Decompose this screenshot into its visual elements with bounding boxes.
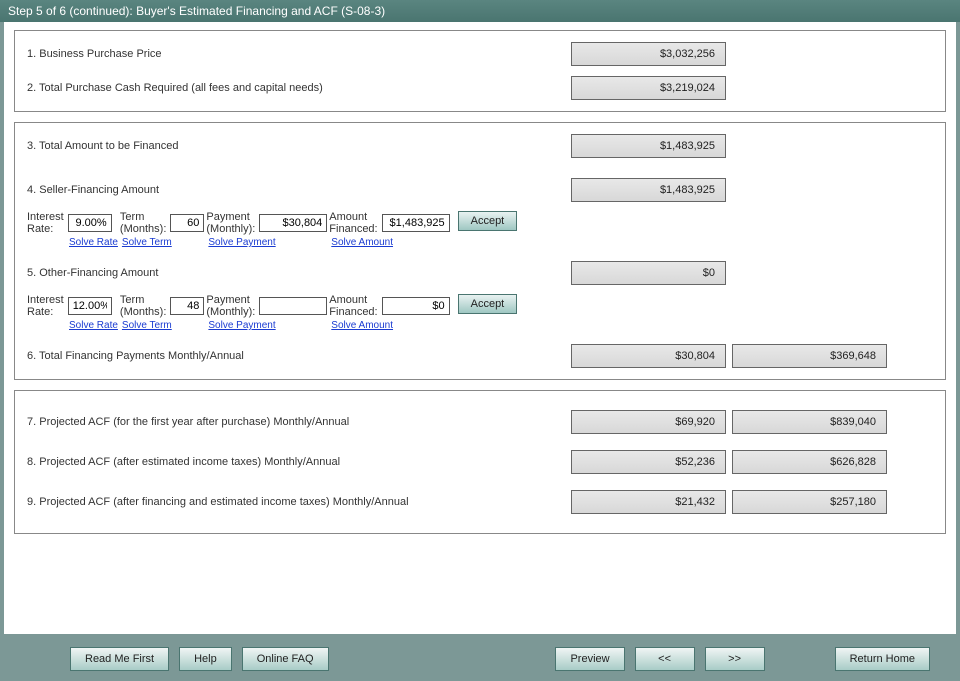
read-me-first-button[interactable]: Read Me First [70, 647, 169, 671]
return-home-button[interactable]: Return Home [835, 647, 930, 671]
value-line9-monthly: $21,432 [571, 490, 726, 514]
other-pay-label: Payment(Monthly): [206, 294, 255, 318]
label-line9: 9. Projected ACF (after financing and es… [27, 496, 567, 508]
other-term-input[interactable] [170, 297, 204, 315]
label-line2: 2. Total Purchase Cash Required (all fee… [27, 82, 567, 94]
other-solve-rate-link[interactable]: Solve Rate [69, 320, 118, 331]
prev-button[interactable]: << [635, 647, 695, 671]
value-line7-annual: $839,040 [732, 410, 887, 434]
label-line5: 5. Other-Financing Amount [27, 267, 567, 279]
other-rate-input[interactable] [68, 297, 112, 315]
seller-pay-input[interactable] [259, 214, 327, 232]
content-area: 1. Business Purchase Price $3,032,256 2.… [4, 22, 956, 634]
seller-solve-rate-link[interactable]: Solve Rate [69, 237, 118, 248]
other-accept-button[interactable]: Accept [458, 294, 518, 314]
preview-button[interactable]: Preview [555, 647, 624, 671]
label-line4: 4. Seller-Financing Amount [27, 184, 567, 196]
seller-solve-pay-link[interactable]: Solve Payment [208, 237, 275, 248]
seller-amt-label: AmountFinanced: [329, 211, 377, 235]
page-title: Step 5 of 6 (continued): Buyer's Estimat… [8, 4, 385, 18]
other-solve-term-link[interactable]: Solve Term [122, 320, 172, 331]
other-term-label: Term(Months): [120, 294, 166, 318]
other-solve-amt-link[interactable]: Solve Amount [331, 320, 393, 331]
value-line6-annual: $369,648 [732, 344, 887, 368]
label-line3: 3. Total Amount to be Financed [27, 140, 567, 152]
section-purchase: 1. Business Purchase Price $3,032,256 2.… [14, 30, 946, 112]
value-line7-monthly: $69,920 [571, 410, 726, 434]
seller-pay-label: Payment(Monthly): [206, 211, 255, 235]
value-line4: $1,483,925 [571, 178, 726, 202]
online-faq-button[interactable]: Online FAQ [242, 647, 329, 671]
other-solve-pay-link[interactable]: Solve Payment [208, 320, 275, 331]
seller-term-input[interactable] [170, 214, 204, 232]
value-line6-monthly: $30,804 [571, 344, 726, 368]
seller-term-label: Term(Months): [120, 211, 166, 235]
seller-financing-row: InterestRate: Solve Rate Term(Months): S… [27, 211, 933, 248]
other-rate-label: InterestRate: [27, 294, 64, 318]
value-line3: $1,483,925 [571, 134, 726, 158]
help-button[interactable]: Help [179, 647, 232, 671]
bottom-bar: Read Me First Help Online FAQ Preview <<… [0, 634, 960, 676]
value-line8-annual: $626,828 [732, 450, 887, 474]
title-bar: Step 5 of 6 (continued): Buyer's Estimat… [0, 0, 960, 22]
next-button[interactable]: >> [705, 647, 765, 671]
label-line8: 8. Projected ACF (after estimated income… [27, 456, 567, 468]
section-projected-acf: 7. Projected ACF (for the first year aft… [14, 390, 946, 534]
seller-amt-input[interactable] [382, 214, 450, 232]
value-line1: $3,032,256 [571, 42, 726, 66]
other-amt-label: AmountFinanced: [329, 294, 377, 318]
value-line9-annual: $257,180 [732, 490, 887, 514]
value-line8-monthly: $52,236 [571, 450, 726, 474]
seller-solve-amt-link[interactable]: Solve Amount [331, 237, 393, 248]
other-pay-input[interactable] [259, 297, 327, 315]
value-line2: $3,219,024 [571, 76, 726, 100]
seller-rate-label: InterestRate: [27, 211, 64, 235]
seller-solve-term-link[interactable]: Solve Term [122, 237, 172, 248]
seller-rate-input[interactable] [68, 214, 112, 232]
value-line5: $0 [571, 261, 726, 285]
label-line6: 6. Total Financing Payments Monthly/Annu… [27, 350, 567, 362]
section-financing: 3. Total Amount to be Financed $1,483,92… [14, 122, 946, 380]
other-financing-row: InterestRate: Solve Rate Term(Months): S… [27, 294, 933, 331]
label-line1: 1. Business Purchase Price [27, 48, 567, 60]
seller-accept-button[interactable]: Accept [458, 211, 518, 231]
label-line7: 7. Projected ACF (for the first year aft… [27, 416, 567, 428]
other-amt-input[interactable] [382, 297, 450, 315]
